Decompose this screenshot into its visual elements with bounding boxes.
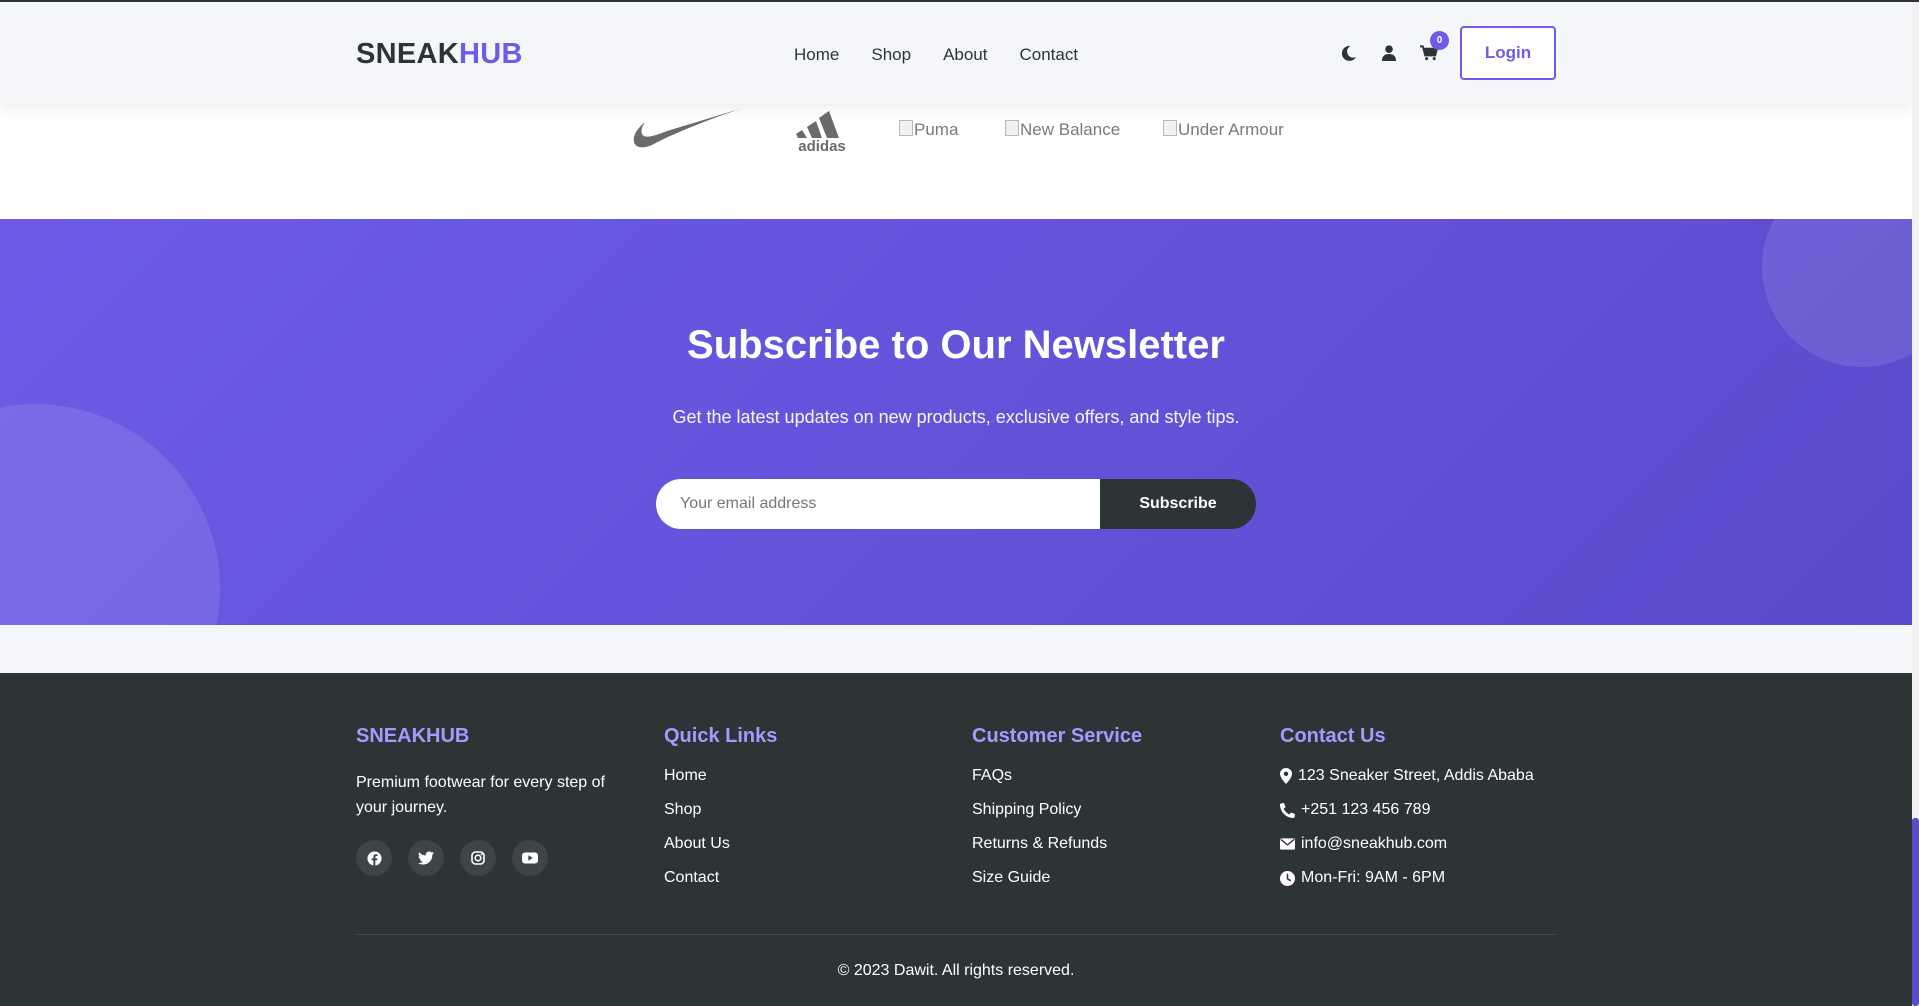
newsletter-section: Subscribe to Our Newsletter Get the late… — [0, 219, 1912, 625]
footer-tagline: Premium footwear for every step of your … — [356, 774, 605, 816]
subscribe-button[interactable]: Subscribe — [1100, 479, 1256, 529]
header-icons: 0 — [1340, 31, 1449, 62]
contact-email: info@sneakhub.com — [1280, 834, 1534, 854]
footer-link-contact[interactable]: Contact — [664, 868, 777, 888]
section-spacer — [0, 625, 1912, 673]
map-pin-icon — [1280, 768, 1292, 784]
puma-alt-text: Puma — [914, 120, 959, 139]
login-button[interactable]: Login — [1460, 26, 1556, 80]
footer-brand-title: SNEAKHUB — [356, 725, 470, 747]
footer-divider — [356, 934, 1556, 935]
adidas-logo[interactable]: adidas — [792, 108, 852, 157]
quick-links-title: Quick Links — [664, 725, 778, 747]
footer-link-home[interactable]: Home — [664, 766, 777, 786]
nav-contact[interactable]: Contact — [1020, 45, 1079, 65]
nav-about[interactable]: About — [943, 45, 987, 65]
newsletter-subtitle: Get the latest updates on new products, … — [672, 407, 1240, 427]
footer-contact-column: Contact Us 123 Sneaker Street, Addis Aba… — [1280, 725, 1534, 902]
youtube-icon[interactable] — [512, 840, 548, 876]
under-armour-alt-text: Under Armour — [1178, 120, 1284, 139]
cart-icon[interactable]: 0 — [1420, 31, 1449, 62]
top-border — [0, 0, 1919, 2]
newsletter-title: Subscribe to Our Newsletter — [687, 323, 1225, 367]
new-balance-broken-image: New Balance — [1005, 120, 1120, 140]
contact-list: 123 Sneaker Street, Addis Ababa +251 123… — [1280, 766, 1534, 888]
under-armour-broken-image: Under Armour — [1163, 120, 1284, 140]
contact-address: 123 Sneaker Street, Addis Ababa — [1280, 766, 1534, 786]
main-nav: Home Shop About Contact — [794, 45, 1078, 65]
footer-link-size-guide[interactable]: Size Guide — [972, 868, 1142, 888]
newsletter-form: Subscribe — [656, 479, 1256, 529]
facebook-icon[interactable] — [356, 840, 392, 876]
contact-title: Contact Us — [1280, 725, 1386, 747]
social-links — [356, 840, 626, 876]
contact-email-text[interactable]: info@sneakhub.com — [1301, 835, 1447, 853]
footer-link-faqs[interactable]: FAQs — [972, 766, 1142, 786]
footer-quick-links-column: Quick Links Home Shop About Us Contact — [664, 725, 777, 902]
contact-address-text: 123 Sneaker Street, Addis Ababa — [1298, 767, 1534, 784]
cart-count-badge: 0 — [1430, 31, 1449, 50]
phone-icon — [1280, 802, 1295, 818]
site-footer: SNEAKHUB Premium footwear for every step… — [0, 673, 1912, 1006]
contact-phone-text: +251 123 456 789 — [1301, 801, 1431, 818]
footer-customer-service-column: Customer Service FAQs Shipping Policy Re… — [972, 725, 1142, 902]
email-input[interactable] — [656, 479, 1100, 529]
puma-broken-image: Puma — [899, 120, 958, 140]
logo-part-sneak: SNEAK — [356, 38, 460, 70]
brands-strip: adidas Puma New Balance Under Armour — [0, 104, 1912, 219]
svg-text:adidas: adidas — [798, 138, 846, 152]
instagram-icon[interactable] — [460, 840, 496, 876]
logo[interactable]: SNEAKHUB — [356, 38, 523, 71]
footer-link-returns-refunds[interactable]: Returns & Refunds — [972, 834, 1142, 854]
nav-shop[interactable]: Shop — [871, 45, 911, 65]
footer-link-shipping-policy[interactable]: Shipping Policy — [972, 800, 1142, 820]
contact-phone: +251 123 456 789 — [1280, 800, 1534, 820]
nav-home[interactable]: Home — [794, 45, 839, 65]
broken-image-icon — [899, 120, 913, 136]
site-header: SNEAKHUB Home Shop About Contact 0 Login — [0, 2, 1912, 104]
twitter-icon[interactable] — [408, 840, 444, 876]
envelope-icon — [1280, 838, 1295, 850]
page: SNEAKHUB Home Shop About Contact 0 Login — [0, 0, 1912, 1006]
clock-icon — [1280, 870, 1295, 886]
contact-hours-text: Mon-Fri: 9AM - 6PM — [1301, 869, 1446, 886]
contact-hours: Mon-Fri: 9AM - 6PM — [1280, 868, 1534, 888]
logo-part-hub: HUB — [459, 38, 523, 70]
nike-logo[interactable] — [632, 104, 744, 155]
scrollbar-thumb[interactable] — [1912, 818, 1919, 1006]
customer-service-title: Customer Service — [972, 725, 1143, 747]
decorative-circle — [0, 404, 220, 625]
customer-service-list: FAQs Shipping Policy Returns & Refunds S… — [972, 766, 1142, 888]
broken-image-icon — [1163, 120, 1177, 136]
moon-icon[interactable] — [1340, 44, 1358, 62]
copyright-text: © 2023 Dawit. All rights reserved. — [837, 962, 1075, 979]
footer-link-about-us[interactable]: About Us — [664, 834, 777, 854]
quick-links-list: Home Shop About Us Contact — [664, 766, 777, 888]
new-balance-alt-text: New Balance — [1020, 120, 1121, 139]
footer-brand-column: SNEAKHUB Premium footwear for every step… — [356, 725, 626, 876]
footer-link-shop[interactable]: Shop — [664, 800, 777, 820]
user-icon[interactable] — [1380, 44, 1398, 62]
broken-image-icon — [1005, 120, 1019, 136]
